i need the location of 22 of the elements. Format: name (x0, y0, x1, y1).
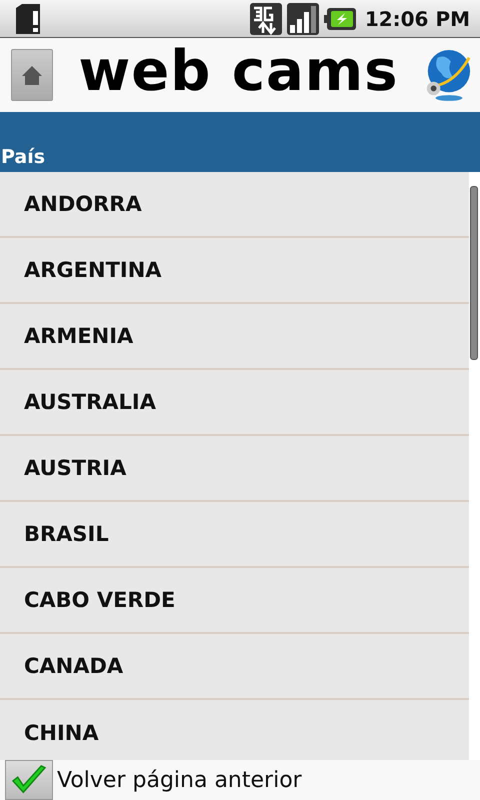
home-button[interactable] (11, 49, 53, 101)
back-button[interactable] (5, 760, 53, 800)
country-item[interactable]: ARMENIA (0, 304, 469, 370)
section-title: País (1, 146, 46, 168)
country-item[interactable]: CANADA (0, 634, 469, 700)
signal-icon (286, 2, 319, 34)
country-item[interactable]: CABO VERDE (0, 568, 469, 634)
country-item[interactable]: ANDORRA (0, 172, 469, 238)
sd-card-warning-icon (14, 4, 40, 34)
country-item[interactable]: CHINA (0, 700, 469, 760)
home-icon (20, 63, 44, 87)
country-item[interactable]: AUSTRALIA (0, 370, 469, 436)
app-title: web cams (78, 44, 400, 106)
battery-charging-icon (324, 8, 356, 30)
clock: 12:06 PM (364, 6, 470, 30)
country-item[interactable]: AUSTRIA (0, 436, 469, 502)
scrollbar[interactable] (470, 186, 478, 360)
back-label[interactable]: Volver página anterior (57, 768, 302, 792)
globe-webcam-icon (424, 48, 472, 102)
country-item[interactable]: ARGENTINA (0, 238, 469, 304)
network-3g-icon (250, 2, 282, 34)
country-item[interactable]: BRASIL (0, 502, 469, 568)
